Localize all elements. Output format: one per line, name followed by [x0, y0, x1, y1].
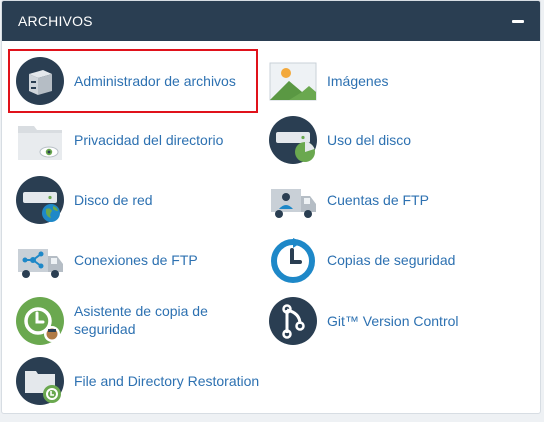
- item-label: Conexiones de FTP: [74, 252, 198, 268]
- backup-wizard-link[interactable]: Asistente de copia de seguridad: [16, 293, 252, 349]
- directory-privacy-icon: [18, 126, 62, 160]
- backup-wizard-icon: [16, 297, 64, 345]
- ftp-connections-icon: [18, 249, 63, 278]
- item-label: Imágenes: [327, 73, 389, 89]
- files-panel: ARCHIVOS Administrador de archivos Imáge…: [1, 0, 541, 414]
- directory-privacy-link[interactable]: Privacidad del directorio: [16, 112, 252, 168]
- panel-header[interactable]: ARCHIVOS: [2, 1, 540, 41]
- file-restoration-icon: [16, 357, 64, 405]
- git-icon: [269, 297, 317, 345]
- file-manager-link[interactable]: Administrador de archivos: [16, 53, 252, 109]
- item-label: Git™ Version Control: [327, 313, 459, 329]
- item-label: Copias de seguridad: [327, 252, 456, 268]
- item-label: Privacidad del directorio: [74, 132, 224, 148]
- item-label: Uso del disco: [327, 132, 412, 148]
- web-disk-link[interactable]: Disco de red: [16, 172, 252, 228]
- ftp-accounts-link[interactable]: Cuentas de FTP: [269, 172, 469, 228]
- collapse-button[interactable]: [508, 11, 528, 31]
- images-icon: [269, 62, 317, 101]
- ftp-connections-link[interactable]: Conexiones de FTP: [16, 232, 252, 288]
- images-link[interactable]: Imágenes: [269, 53, 469, 109]
- item-label: Asistente de copia de seguridad: [74, 303, 208, 337]
- item-label: Administrador de archivos: [74, 73, 236, 89]
- backup-icon: [271, 238, 315, 283]
- item-label: File and Directory Restoration: [74, 373, 260, 389]
- minus-icon: [512, 20, 524, 23]
- backups-link[interactable]: Copias de seguridad: [269, 232, 469, 288]
- item-label: Disco de red: [74, 192, 153, 208]
- panel-title: ARCHIVOS: [18, 13, 93, 29]
- disk-usage-icon: [269, 116, 317, 164]
- git-version-control-link[interactable]: Git™ Version Control: [269, 293, 489, 349]
- ftp-accounts-icon: [271, 189, 316, 218]
- file-manager-icon: [16, 57, 64, 105]
- file-restoration-link[interactable]: File and Directory Restoration: [16, 353, 276, 409]
- web-disk-icon: [16, 176, 64, 224]
- disk-usage-link[interactable]: Uso del disco: [269, 112, 469, 168]
- item-label: Cuentas de FTP: [327, 192, 429, 208]
